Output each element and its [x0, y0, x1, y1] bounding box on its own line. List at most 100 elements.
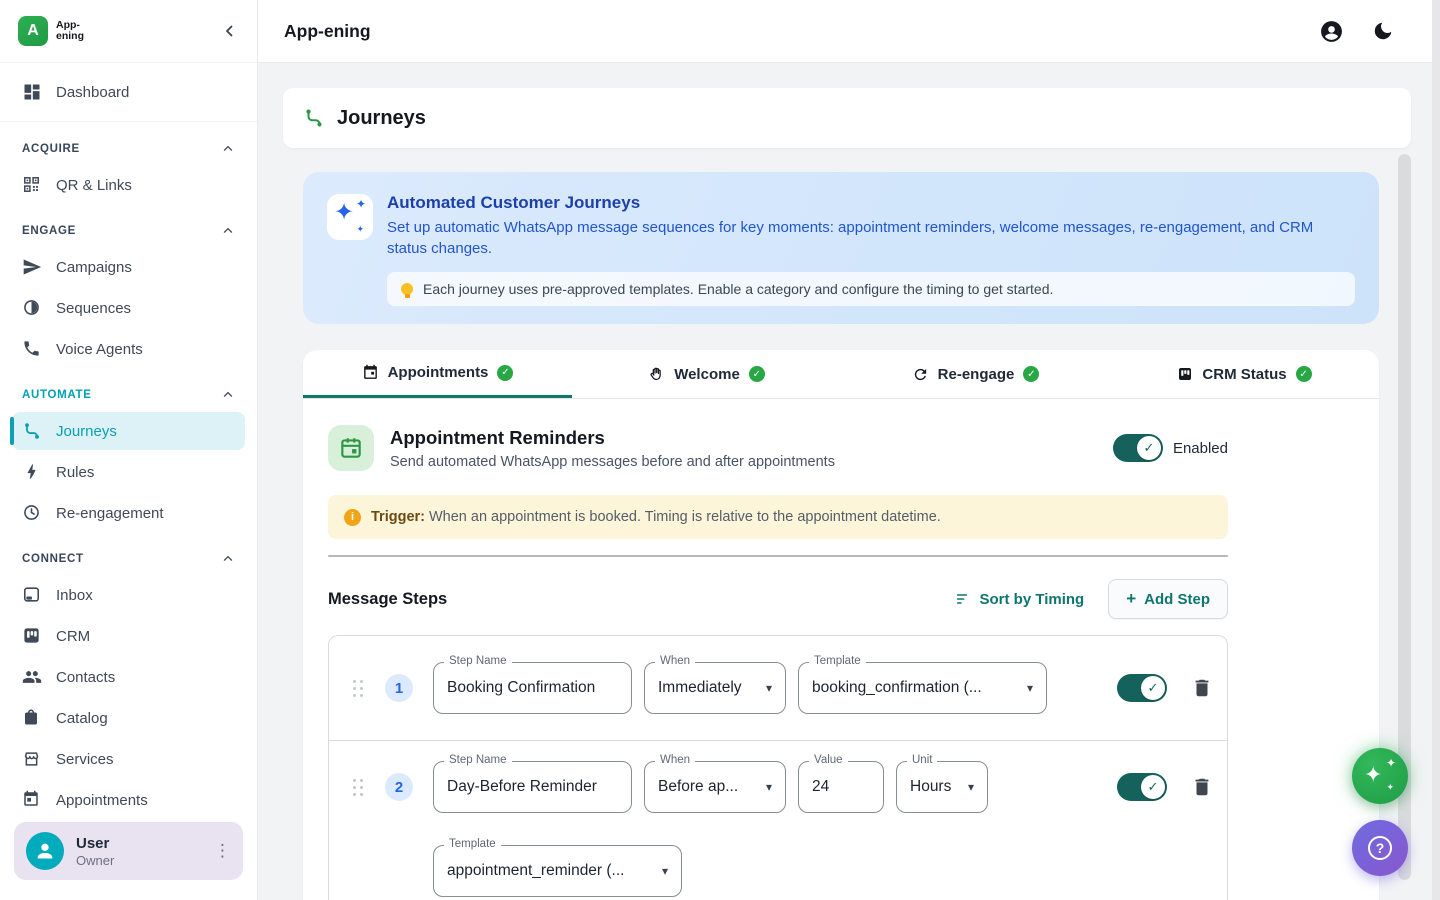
when-select[interactable]: When Before ap... ▾	[644, 761, 786, 813]
step-row-2: 2 Step Name Day-Before Reminder When Bef…	[329, 740, 1227, 900]
sidebar-item-catalog[interactable]: Catalog	[12, 699, 245, 737]
chevron-up-icon	[221, 224, 235, 238]
account-icon[interactable]	[1319, 19, 1344, 44]
sidebar-item-crm[interactable]: CRM	[12, 617, 245, 655]
phone-icon	[22, 339, 42, 359]
waving-hand-icon	[648, 366, 665, 383]
sparkle-glyph: ✦	[356, 225, 364, 234]
logo-row: A App- ening	[0, 0, 257, 63]
sidebar-section-engage[interactable]: ENGAGE	[12, 214, 245, 248]
dark-mode-moon-icon[interactable]	[1372, 20, 1394, 42]
divider	[328, 555, 1228, 557]
tab-label: CRM Status	[1202, 366, 1286, 383]
sidebar-item-voice-agents[interactable]: Voice Agents	[12, 330, 245, 368]
step-name-input[interactable]: Step Name Day-Before Reminder	[433, 761, 632, 813]
value-input[interactable]: Value 24	[798, 761, 884, 813]
tab-label: Re-engage	[938, 366, 1015, 383]
sidebar-section-acquire[interactable]: ACQUIRE	[12, 132, 245, 166]
dashboard-icon	[22, 82, 42, 102]
trash-icon[interactable]	[1191, 776, 1213, 798]
lightbulb-icon	[401, 283, 413, 295]
sidebar-item-label: Contacts	[56, 669, 115, 686]
send-icon	[22, 257, 42, 277]
sidebar: A App- ening Dashboard ACQUIRE QR & Link…	[0, 0, 258, 900]
section-subtitle: Send automated WhatsApp messages before …	[390, 454, 835, 470]
step-number: 2	[385, 773, 413, 801]
drag-handle-icon[interactable]	[353, 680, 365, 697]
route-icon	[303, 107, 325, 129]
user-card[interactable]: User Owner ⋮	[14, 822, 243, 880]
sidebar-item-re-engagement[interactable]: Re-engagement	[12, 494, 245, 532]
window-scrollbar[interactable]	[1432, 0, 1440, 900]
sidebar-item-sequences[interactable]: Sequences	[12, 289, 245, 327]
user-info: User Owner	[76, 835, 114, 868]
trash-icon[interactable]	[1191, 677, 1213, 699]
help-button[interactable]: ?	[1352, 820, 1408, 876]
info-banner: ✦ ✦ ✦ Automated Customer Journeys Set up…	[303, 172, 1379, 324]
sidebar-item-journeys[interactable]: Journeys	[12, 412, 245, 450]
route-icon	[22, 421, 42, 441]
sidebar-divider	[0, 121, 257, 122]
sidebar-section-automate[interactable]: AUTOMATE	[12, 378, 245, 412]
template-select[interactable]: Template appointment_reminder (... ▾	[433, 845, 682, 897]
logo-text: App- ening	[56, 20, 84, 42]
app-title: App-ening	[284, 21, 371, 42]
check-badge-icon: ✓	[1023, 366, 1039, 382]
question-mark-icon: ?	[1368, 836, 1392, 860]
step-enabled-toggle[interactable]: ✓	[1117, 674, 1167, 702]
calendar-icon	[362, 364, 379, 381]
field-value: 24	[812, 778, 829, 796]
main-content: Journeys ✦ ✦ ✦ Automated Customer Journe…	[258, 64, 1440, 900]
shopping-bag-icon	[22, 708, 42, 728]
step-name-input[interactable]: Step Name Booking Confirmation	[433, 662, 632, 714]
bolt-icon	[22, 462, 42, 482]
kanban-icon	[1177, 366, 1193, 382]
section-title: Appointment Reminders	[390, 427, 835, 449]
add-step-button[interactable]: + Add Step	[1108, 579, 1228, 619]
sidebar-item-label: Campaigns	[56, 259, 132, 276]
chevron-up-icon	[221, 142, 235, 156]
section-title: ACQUIRE	[22, 143, 80, 155]
sidebar-item-rules[interactable]: Rules	[12, 453, 245, 491]
field-value: Immediately	[658, 679, 742, 697]
drag-handle-icon[interactable]	[353, 779, 365, 796]
sidebar-item-appointments[interactable]: Appointments	[12, 781, 245, 810]
sidebar-item-label: CRM	[56, 628, 90, 645]
ai-assistant-button[interactable]: ✦ ✦ ✦	[1352, 748, 1408, 804]
steps-header: Message Steps Sort by Timing + Add Step	[328, 579, 1228, 619]
template-select[interactable]: Template booking_confirmation (... ▾	[798, 662, 1047, 714]
tab-crm-status[interactable]: CRM Status ✓	[1110, 350, 1379, 398]
kebab-menu-icon[interactable]: ⋮	[214, 841, 231, 861]
sidebar-item-label: Re-engagement	[56, 505, 164, 522]
sidebar-item-inbox[interactable]: Inbox	[12, 576, 245, 614]
sidebar-item-dashboard[interactable]: Dashboard	[12, 73, 245, 111]
sidebar-collapse-icon[interactable]	[221, 22, 239, 40]
unit-select[interactable]: Unit Hours ▾	[896, 761, 988, 813]
toggle-knob: ✓	[1137, 436, 1161, 460]
sidebar-item-services[interactable]: Services	[12, 740, 245, 778]
section-title: ENGAGE	[22, 225, 76, 237]
sidebar-item-label: Catalog	[56, 710, 108, 727]
tab-appointments[interactable]: Appointments ✓	[303, 350, 572, 398]
sidebar-item-label: Sequences	[56, 300, 131, 317]
section-title: AUTOMATE	[22, 389, 92, 401]
field-label: Step Name	[444, 754, 512, 766]
sidebar-section-connect[interactable]: CONNECT	[12, 542, 245, 576]
sidebar-item-label: Journeys	[56, 423, 117, 440]
tab-welcome[interactable]: Welcome ✓	[572, 350, 841, 398]
sidebar-item-contacts[interactable]: Contacts	[12, 658, 245, 696]
section-title: CONNECT	[22, 553, 84, 565]
info-icon: i	[344, 509, 361, 526]
step-enabled-toggle[interactable]: ✓	[1117, 773, 1167, 801]
toggle-knob: ✓	[1141, 676, 1165, 700]
when-select[interactable]: When Immediately ▾	[644, 662, 786, 714]
tab-re-engage[interactable]: Re-engage ✓	[841, 350, 1110, 398]
sidebar-item-qr-links[interactable]: QR & Links	[12, 166, 245, 204]
sidebar-item-campaigns[interactable]: Campaigns	[12, 248, 245, 286]
calendar-icon	[22, 790, 42, 810]
enabled-toggle[interactable]: ✓	[1113, 434, 1163, 462]
enabled-label: Enabled	[1173, 440, 1228, 457]
trigger-label: Trigger:	[371, 509, 425, 525]
tab-label: Appointments	[388, 364, 489, 381]
sort-by-timing-button[interactable]: Sort by Timing	[955, 591, 1084, 608]
